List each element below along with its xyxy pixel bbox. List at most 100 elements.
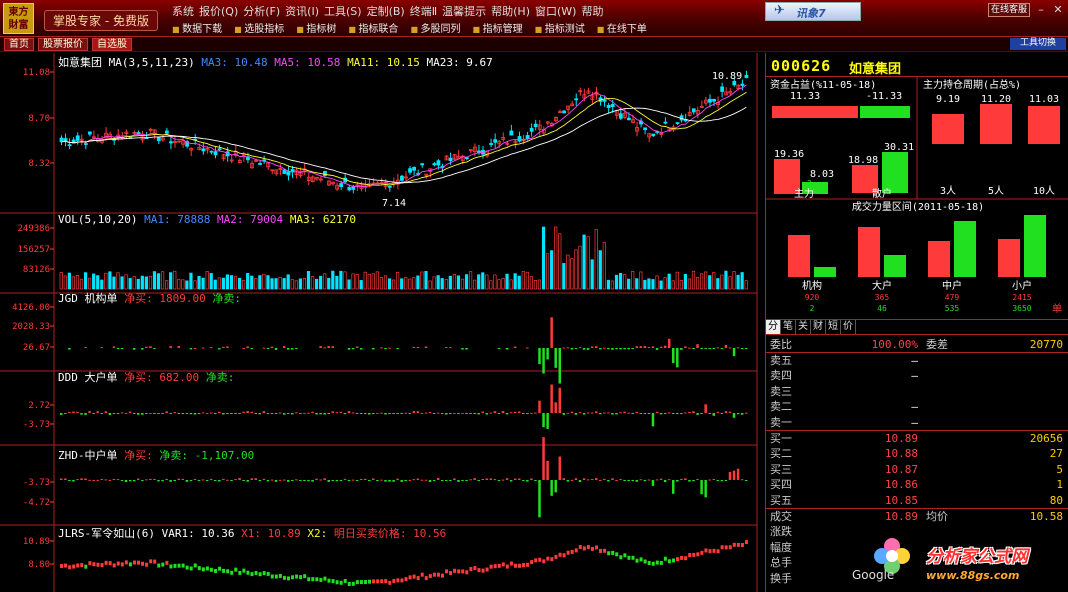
toolbar-button[interactable]: 指标树	[296, 20, 336, 35]
flow-bar	[76, 411, 79, 413]
dist-value: 2415	[1012, 293, 1031, 302]
order-tab[interactable]: 笔	[781, 320, 796, 334]
minimize-icon[interactable]: –	[1032, 3, 1050, 17]
flow-bar	[534, 480, 537, 481]
order-tab[interactable]: 价	[841, 320, 856, 334]
volume-bar	[160, 271, 165, 290]
flow-bar	[201, 347, 205, 349]
jlrs-bar	[218, 566, 222, 571]
volume-bar	[679, 280, 683, 290]
flow-bar	[461, 480, 464, 481]
candle	[136, 132, 141, 135]
toolbar-button[interactable]: 选股指标	[234, 20, 284, 35]
order-tab[interactable]: 财	[811, 320, 826, 334]
toolbar-button[interactable]: 在线下单	[597, 20, 647, 35]
row-price: 100.00%	[871, 338, 918, 351]
flow-bar	[404, 412, 407, 414]
row-label: 卖三	[770, 384, 792, 398]
flow-bar	[291, 480, 294, 481]
tool-bar: 数据下载选股指标指标树指标联合多股同列指标管理指标测试在线下单	[172, 20, 659, 35]
close-icon[interactable]: ✕	[1049, 3, 1067, 17]
flow-bar	[141, 480, 144, 481]
toolbar-button[interactable]: 指标联合	[348, 20, 398, 35]
menu-item[interactable]: 帮助(H)	[491, 3, 530, 19]
order-tab[interactable]: 分	[766, 320, 781, 334]
row-volume: 10.58	[1029, 509, 1063, 523]
help-button[interactable]: 在线客服	[988, 3, 1030, 17]
brand-box[interactable]: 讯象7	[765, 2, 861, 21]
flow-bar	[489, 412, 493, 414]
toolbar-button[interactable]: 指标管理	[473, 20, 523, 35]
flow-bar	[392, 413, 395, 414]
flow-bar	[368, 413, 371, 415]
order-tab[interactable]: 关	[796, 320, 811, 334]
candle	[517, 136, 522, 142]
flow-bar	[270, 346, 274, 348]
volume-bar	[594, 229, 598, 290]
menu-item[interactable]: 窗口(W)	[535, 3, 576, 19]
flow-bar	[676, 413, 679, 414]
row-label: 总手	[770, 556, 792, 570]
flow-bar	[716, 411, 720, 413]
flow-bar	[181, 413, 185, 415]
flow-bar	[513, 346, 517, 348]
menu-item[interactable]: 定制(B)	[367, 3, 405, 19]
flow-bar	[141, 413, 144, 415]
jlrs-bar	[315, 577, 319, 582]
jlrs-bar	[250, 572, 254, 577]
flow-bar	[68, 348, 71, 350]
menu-item[interactable]: 温馨提示	[442, 3, 486, 19]
tab-2[interactable]: 自选股	[92, 38, 132, 51]
candle	[387, 185, 392, 188]
page-tabs: 首页 股票报价 自选股	[4, 38, 136, 51]
menu-item[interactable]: 分析(F)	[243, 3, 280, 19]
jlrs-bar	[331, 579, 335, 584]
jlrs-bar	[562, 553, 566, 558]
menu-item[interactable]: 终端Ⅱ	[410, 3, 437, 19]
tab-0[interactable]: 首页	[4, 38, 34, 51]
flow-bar	[112, 346, 116, 348]
toolbar-button[interactable]: 多股同列	[410, 20, 461, 35]
jlrs-bar	[631, 555, 635, 560]
menu-item[interactable]: 帮助	[581, 3, 603, 19]
vol-ma-value: MA2: 79004	[217, 213, 290, 226]
volume-bar	[460, 278, 465, 290]
flow-bar	[445, 413, 448, 415]
flow-bar	[96, 411, 99, 413]
flow-bar	[594, 411, 598, 413]
volume-bar	[639, 271, 643, 290]
flow-bar	[327, 346, 330, 348]
volume-bar	[695, 276, 700, 290]
volume-bar	[144, 276, 148, 290]
flow-bar	[465, 413, 468, 414]
chart-area[interactable]: 11.08 8.70 8.32 249386 156257 83126 4126.00 202…	[0, 53, 765, 592]
volume-bar	[667, 273, 671, 290]
menu-item[interactable]: 系统	[172, 3, 194, 19]
tool-switch-button[interactable]: 工具切换	[1010, 38, 1066, 50]
flow-bar	[372, 413, 375, 414]
menu-item[interactable]: 资讯(I)	[285, 3, 319, 19]
flow-bar	[590, 478, 594, 480]
toolbar-button[interactable]: 指标测试	[535, 20, 585, 35]
menu-item[interactable]: 工具(S)	[324, 3, 362, 19]
volume-bar	[618, 272, 623, 290]
flow-bar	[128, 480, 132, 482]
flow-bar	[436, 412, 440, 414]
flow-bar	[728, 411, 732, 413]
flow-bar	[319, 479, 322, 481]
order-tab[interactable]: 短	[826, 320, 841, 334]
flow-bar	[189, 480, 193, 481]
vol-ma-value: MA1: 78888	[144, 213, 217, 226]
flow-bar	[546, 460, 549, 480]
flow-bar	[250, 348, 253, 349]
flow-bar	[631, 413, 634, 414]
menu-item[interactable]: 报价(Q)	[199, 3, 238, 19]
flow-bar	[169, 413, 172, 414]
flow-bar	[108, 479, 112, 481]
period-value: 11.20	[981, 94, 1011, 105]
tab-1[interactable]: 股票报价	[38, 38, 88, 51]
candle	[169, 141, 173, 144]
toolbar-button[interactable]: 数据下载	[172, 20, 222, 35]
flow-bar	[676, 480, 679, 482]
flow-bar	[744, 348, 748, 349]
